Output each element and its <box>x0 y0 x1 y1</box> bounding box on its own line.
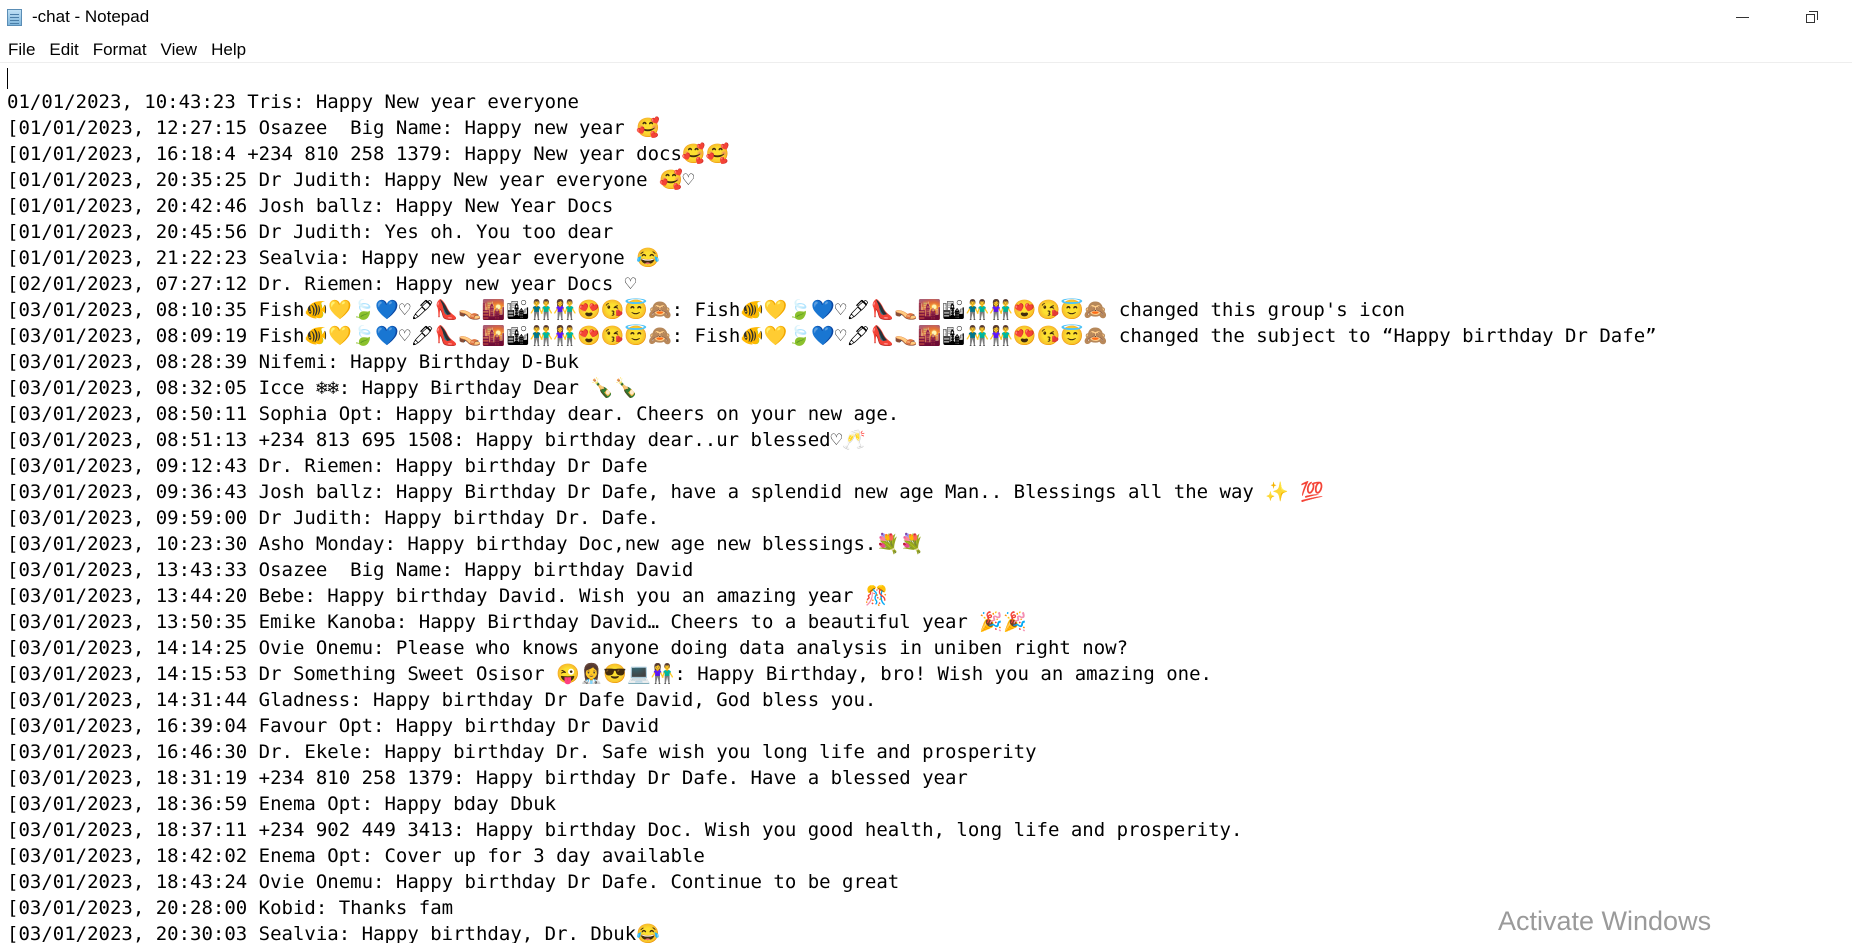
text-line: [02/01/2023, 07:27:12 Dr. Riemen: Happy … <box>7 273 637 295</box>
text-editor-area[interactable]: 01/01/2023, 10:43:23 Tris: Happy New yea… <box>0 64 1852 943</box>
text-line: [03/01/2023, 09:59:00 Dr Judith: Happy b… <box>7 507 660 529</box>
menu-help[interactable]: Help <box>205 36 252 63</box>
text-line: [03/01/2023, 09:12:43 Dr. Riemen: Happy … <box>7 455 648 477</box>
text-line: [03/01/2023, 18:42:02 Enema Opt: Cover u… <box>7 845 705 867</box>
text-line: [01/01/2023, 16:18:4 +234 810 258 1379: … <box>7 143 730 165</box>
title-bar[interactable]: -chat - Notepad <box>0 0 1852 36</box>
text-line: [01/01/2023, 20:45:56 Dr Judith: Yes oh.… <box>7 221 614 243</box>
activate-windows-watermark: Activate Windows <box>1498 906 1712 936</box>
text-line: [03/01/2023, 18:37:11 +234 902 449 3413:… <box>7 819 1243 841</box>
text-line: [03/01/2023, 08:10:35 Fish🐠💛🍃💙♡🖊👠👡🌇🏙👬👫😍😘… <box>7 299 1405 321</box>
text-line: 01/01/2023, 10:43:23 Tris: Happy New yea… <box>7 91 579 113</box>
menu-view[interactable]: View <box>155 36 204 63</box>
text-line: [01/01/2023, 21:22:23 Sealvia: Happy new… <box>7 247 660 269</box>
restore-icon <box>1806 11 1818 23</box>
text-line: [03/01/2023, 13:50:35 Emike Kanoba: Happ… <box>7 611 1027 633</box>
text-line: [03/01/2023, 18:31:19 +234 810 258 1379:… <box>7 767 968 789</box>
notepad-window: -chat - Notepad File Edit Format View He… <box>0 0 1852 943</box>
text-line: [03/01/2023, 20:30:03 Sealvia: Happy bir… <box>7 923 660 943</box>
text-caret <box>7 68 8 89</box>
text-line: [03/01/2023, 14:15:53 Dr Something Sweet… <box>7 663 1212 685</box>
text-line: [03/01/2023, 20:28:00 Kobid: Thanks fam <box>7 897 454 919</box>
text-line: [03/01/2023, 10:23:30 Asho Monday: Happy… <box>7 533 924 555</box>
minimize-button[interactable] <box>1710 0 1774 34</box>
window-title: -chat - Notepad <box>32 7 150 26</box>
menu-file[interactable]: File <box>2 36 41 63</box>
text-line: [01/01/2023, 20:42:46 Josh ballz: Happy … <box>7 195 614 217</box>
text-line: [03/01/2023, 08:32:05 Icce ❄❄: Happy Bir… <box>7 377 638 399</box>
text-line: [03/01/2023, 13:43:33 Osazee Big Name: H… <box>7 559 694 581</box>
text-line: [03/01/2023, 18:36:59 Enema Opt: Happy b… <box>7 793 557 815</box>
notepad-icon <box>7 9 22 26</box>
text-line: [01/01/2023, 20:35:25 Dr Judith: Happy N… <box>7 169 695 191</box>
text-content: 01/01/2023, 10:43:23 Tris: Happy New yea… <box>7 89 1657 943</box>
minimize-icon <box>1735 16 1749 18</box>
text-line: [01/01/2023, 12:27:15 Osazee Big Name: H… <box>7 117 660 139</box>
menu-format[interactable]: Format <box>87 36 153 63</box>
text-line: [03/01/2023, 08:28:39 Nifemi: Happy Birt… <box>7 351 579 373</box>
text-line: [03/01/2023, 08:09:19 Fish🐠💛🍃💙♡🖊👠👡🌇🏙👬👫😍😘… <box>7 325 1657 347</box>
restore-button[interactable] <box>1780 0 1844 34</box>
text-line: [03/01/2023, 16:46:30 Dr. Ekele: Happy b… <box>7 741 1037 763</box>
text-line: [03/01/2023, 09:36:43 Josh ballz: Happy … <box>7 481 1325 503</box>
menu-bar: File Edit Format View Help <box>0 36 1852 63</box>
text-line: [03/01/2023, 13:44:20 Bebe: Happy birthd… <box>7 585 889 607</box>
text-line: [03/01/2023, 18:43:24 Ovie Onemu: Happy … <box>7 871 900 893</box>
text-line: [03/01/2023, 14:14:25 Ovie Onemu: Please… <box>7 637 1129 659</box>
menu-edit[interactable]: Edit <box>43 36 84 63</box>
text-line: [03/01/2023, 08:51:13 +234 813 695 1508:… <box>7 429 866 451</box>
text-line: [03/01/2023, 14:31:44 Gladness: Happy bi… <box>7 689 877 711</box>
text-line: [03/01/2023, 16:39:04 Favour Opt: Happy … <box>7 715 660 737</box>
text-line: [03/01/2023, 08:50:11 Sophia Opt: Happy … <box>7 403 900 425</box>
